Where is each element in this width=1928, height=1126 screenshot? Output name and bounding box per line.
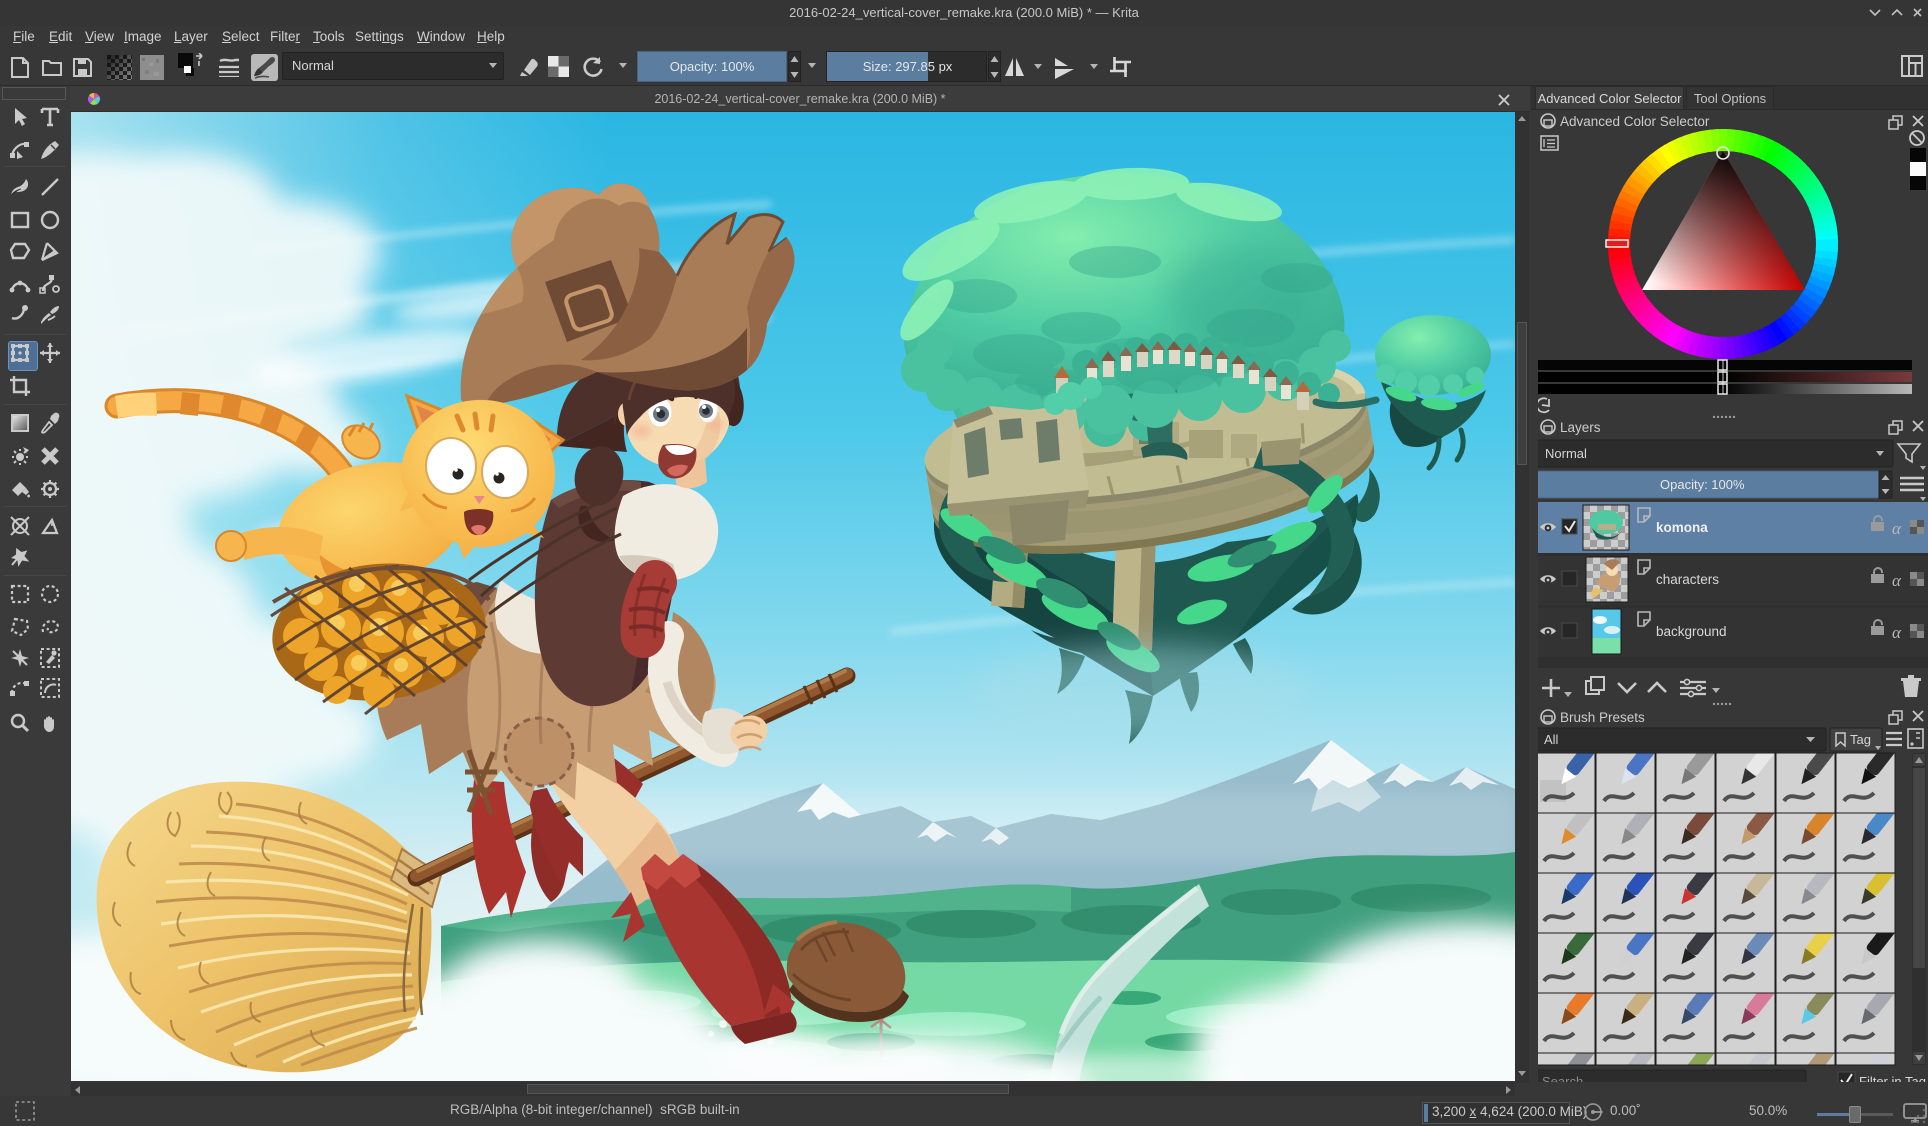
svg-text:α: α: [1892, 623, 1902, 642]
svg-text:Layers: Layers: [1560, 420, 1601, 435]
svg-text:Advanced Color Selector: Advanced Color Selector: [1560, 114, 1710, 129]
svg-text:α: α: [1892, 519, 1902, 538]
svg-text:Normal: Normal: [1545, 446, 1587, 461]
svg-text:characters: characters: [1656, 572, 1719, 587]
svg-text:All: All: [1544, 732, 1559, 747]
svg-text:Brush Presets: Brush Presets: [1560, 710, 1645, 725]
svg-text:α: α: [1892, 571, 1902, 590]
svg-text:Search: Search: [1542, 1074, 1583, 1082]
svg-text:Filter in Tag: Filter in Tag: [1859, 1074, 1926, 1082]
svg-text:Opacity: 100%: Opacity: 100%: [1660, 477, 1745, 492]
svg-text:background: background: [1656, 624, 1727, 639]
svg-text:komona: komona: [1656, 520, 1708, 535]
svg-text:Tag: Tag: [1850, 732, 1871, 747]
